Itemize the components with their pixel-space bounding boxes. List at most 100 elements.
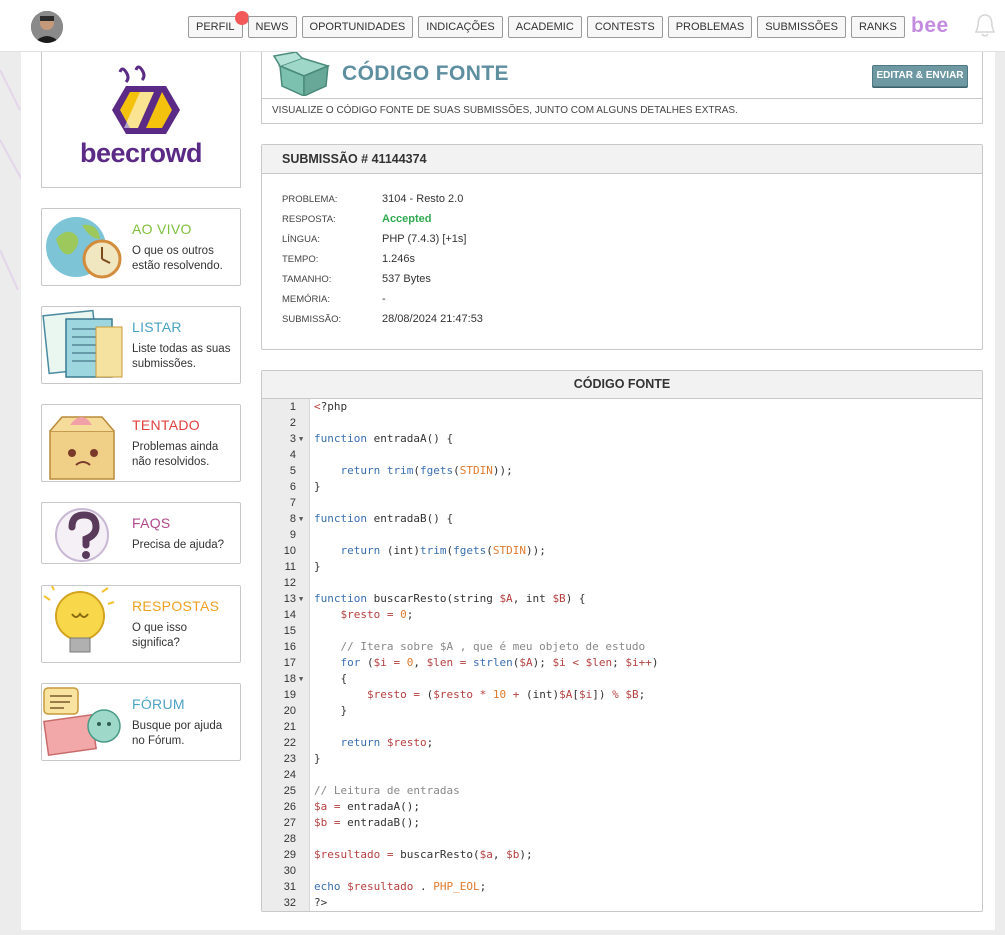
nav-news[interactable]: NEWS xyxy=(247,16,297,38)
sidebar-item-ao-vivo[interactable]: AO VIVO O que os outros estão resolvendo… xyxy=(41,208,241,286)
sidebar-item-desc: Liste todas as suas submissões. xyxy=(132,343,231,370)
code-line: 15 xyxy=(262,623,982,639)
detail-value[interactable]: 3104 - Resto 2.0 xyxy=(382,193,463,205)
page-title: CÓDIGO FONTE xyxy=(342,62,509,85)
sidebar-item-desc: Problemas ainda não resolvidos. xyxy=(132,441,219,468)
code-text: // Leitura de entradas xyxy=(314,784,460,797)
code-text: { xyxy=(314,672,348,685)
nav-indicacoes[interactable]: INDICAÇÕES xyxy=(418,16,503,38)
code-line: 25 // Leitura de entradas xyxy=(262,783,982,799)
sidebar-item-respostas[interactable]: RESPOSTAS O que isso significa? xyxy=(41,585,241,663)
fold-toggle-icon[interactable]: ▼ xyxy=(299,671,303,687)
nav-ranks[interactable]: RANKS xyxy=(850,16,905,38)
line-number: 32 xyxy=(283,897,296,909)
sidebar-item-forum[interactable]: FÓRUM Busque por ajuda no Fórum. xyxy=(41,683,241,761)
code-line: 27 $b = entradaB(); xyxy=(262,815,982,831)
nav-perfil[interactable]: PERFIL xyxy=(188,11,249,38)
bell-icon[interactable] xyxy=(970,11,1000,41)
fold-toggle-icon[interactable]: ▼ xyxy=(299,591,303,607)
page-header: CÓDIGO FONTE EDITAR & ENVIAR VISUALIZE O… xyxy=(261,52,983,124)
beecrowd-hexagon-logo xyxy=(112,65,180,134)
line-number: 5 xyxy=(289,465,296,477)
line-number: 10 xyxy=(283,545,296,557)
sidebar-item-faqs[interactable]: FAQS Precisa de ajuda? xyxy=(41,502,241,564)
code-text: function entradaB() { xyxy=(314,512,454,525)
paper-list-icon xyxy=(42,309,123,378)
sidebar-item-tentado[interactable]: TENTADO Problemas ainda não resolvidos. xyxy=(41,404,241,482)
code-line: 4 xyxy=(262,447,982,463)
code-line: 23} xyxy=(262,751,982,767)
nav-contests[interactable]: CONTESTS xyxy=(586,16,663,38)
detail-label: PROBLEMA: xyxy=(282,194,338,205)
sidebar-item-desc: Precisa de ajuda? xyxy=(132,539,225,551)
line-number: 2 xyxy=(289,417,296,429)
nav-academic[interactable]: ACADEMIC xyxy=(507,16,582,38)
code-text: return trim(fgets(STDIN)); xyxy=(340,464,513,477)
code-text: $a = entradaA(); xyxy=(314,800,420,813)
code-text: } xyxy=(314,752,321,765)
detail-value: - xyxy=(382,293,386,305)
beecrowd-logo-box[interactable]: beecrowd xyxy=(41,52,241,188)
line-number: 13 xyxy=(283,593,296,605)
code-line: 31 echo $resultado . PHP_EOL; xyxy=(262,879,982,895)
code-line: 19 $resto = ($resto * 10 + (int)$A[$i]) … xyxy=(262,687,982,703)
code-text: <?php xyxy=(314,400,348,413)
code-text: } xyxy=(314,480,321,493)
code-line: 17 for ($i = 0, $len = strlen($A); $i < … xyxy=(262,655,982,671)
line-number: 6 xyxy=(289,481,296,493)
line-number: 7 xyxy=(289,497,296,509)
code-text: return (int)trim(fgets(STDIN)); xyxy=(340,544,546,557)
detail-label: TAMANHO: xyxy=(282,274,332,285)
line-number: 12 xyxy=(283,577,296,589)
detail-value: 537 Bytes xyxy=(382,273,431,285)
source-code-editor[interactable]: 1 <?php 2 3 ▼ function entradaA() {4 5 return … xyxy=(262,399,982,911)
line-number: 16 xyxy=(283,641,296,653)
nav-oportunidades[interactable]: OPORTUNIDADES xyxy=(301,16,414,38)
nav-problemas[interactable]: PROBLEMAS xyxy=(667,16,753,38)
line-number: 25 xyxy=(283,785,296,797)
code-line: 1 <?php xyxy=(262,399,982,415)
code-text: for ($i = 0, $len = strlen($A); $i < $le… xyxy=(340,656,659,669)
source-code-heading: CÓDIGO FONTE xyxy=(262,371,982,399)
detail-label: RESPOSTA: xyxy=(282,214,336,225)
code-line: 2 xyxy=(262,415,982,431)
source-code-panel: CÓDIGO FONTE 1 <?php 2 3 ▼ function entradaA(… xyxy=(261,370,983,912)
code-line: 20 } xyxy=(262,703,982,719)
main-menu: PERFIL NEWS OPORTUNIDADES INDICAÇÕES ACA… xyxy=(188,11,905,38)
line-number: 1 xyxy=(289,401,296,413)
detail-value: 1.246s xyxy=(382,253,416,265)
sidebar-item-listar[interactable]: LISTAR Liste todas as suas submissões. xyxy=(41,306,241,384)
line-number: 26 xyxy=(283,801,296,813)
line-number: 14 xyxy=(283,609,296,621)
fold-toggle-icon[interactable]: ▼ xyxy=(299,511,303,527)
fold-toggle-icon[interactable]: ▼ xyxy=(299,431,303,447)
code-line: 9 xyxy=(262,527,982,543)
edit-and-submit-button[interactable]: EDITAR & ENVIAR xyxy=(872,65,968,87)
user-avatar[interactable] xyxy=(31,11,63,43)
globe-clock-icon xyxy=(46,217,122,279)
code-line: 5 return trim(fgets(STDIN)); xyxy=(262,463,982,479)
line-number: 29 xyxy=(283,849,296,861)
line-number: 24 xyxy=(283,769,296,781)
main-content-area: beecrowd AO VIVO O que os outros estão r… xyxy=(21,52,995,930)
bee-brand-logo[interactable]: bee xyxy=(911,14,949,38)
code-line: 24 xyxy=(262,767,982,783)
nav-label: PERFIL xyxy=(196,21,235,33)
sidebar-item-desc: O que os outros estão resolvendo. xyxy=(132,245,223,272)
line-number: 20 xyxy=(283,705,296,717)
line-number: 22 xyxy=(283,737,296,749)
code-line: 32 ?> xyxy=(262,895,982,911)
top-navigation-bar: PERFIL NEWS OPORTUNIDADES INDICAÇÕES ACA… xyxy=(0,0,1005,52)
nav-submissoes[interactable]: SUBMISSÕES xyxy=(757,16,846,38)
code-line: 30 xyxy=(262,863,982,879)
code-line: 13 ▼ function buscarResto(string $A, int $… xyxy=(262,591,982,607)
line-number: 31 xyxy=(283,881,296,893)
code-line: 3 ▼ function entradaA() { xyxy=(262,431,982,447)
code-text: } xyxy=(314,704,348,717)
code-line: 22 return $resto; xyxy=(262,735,982,751)
notification-badge xyxy=(234,11,249,25)
detail-label: LÍNGUA: xyxy=(282,234,321,245)
code-line: 21 xyxy=(262,719,982,735)
code-text: // Itera sobre $A , que é meu objeto de … xyxy=(340,640,646,653)
line-number: 17 xyxy=(283,657,296,669)
